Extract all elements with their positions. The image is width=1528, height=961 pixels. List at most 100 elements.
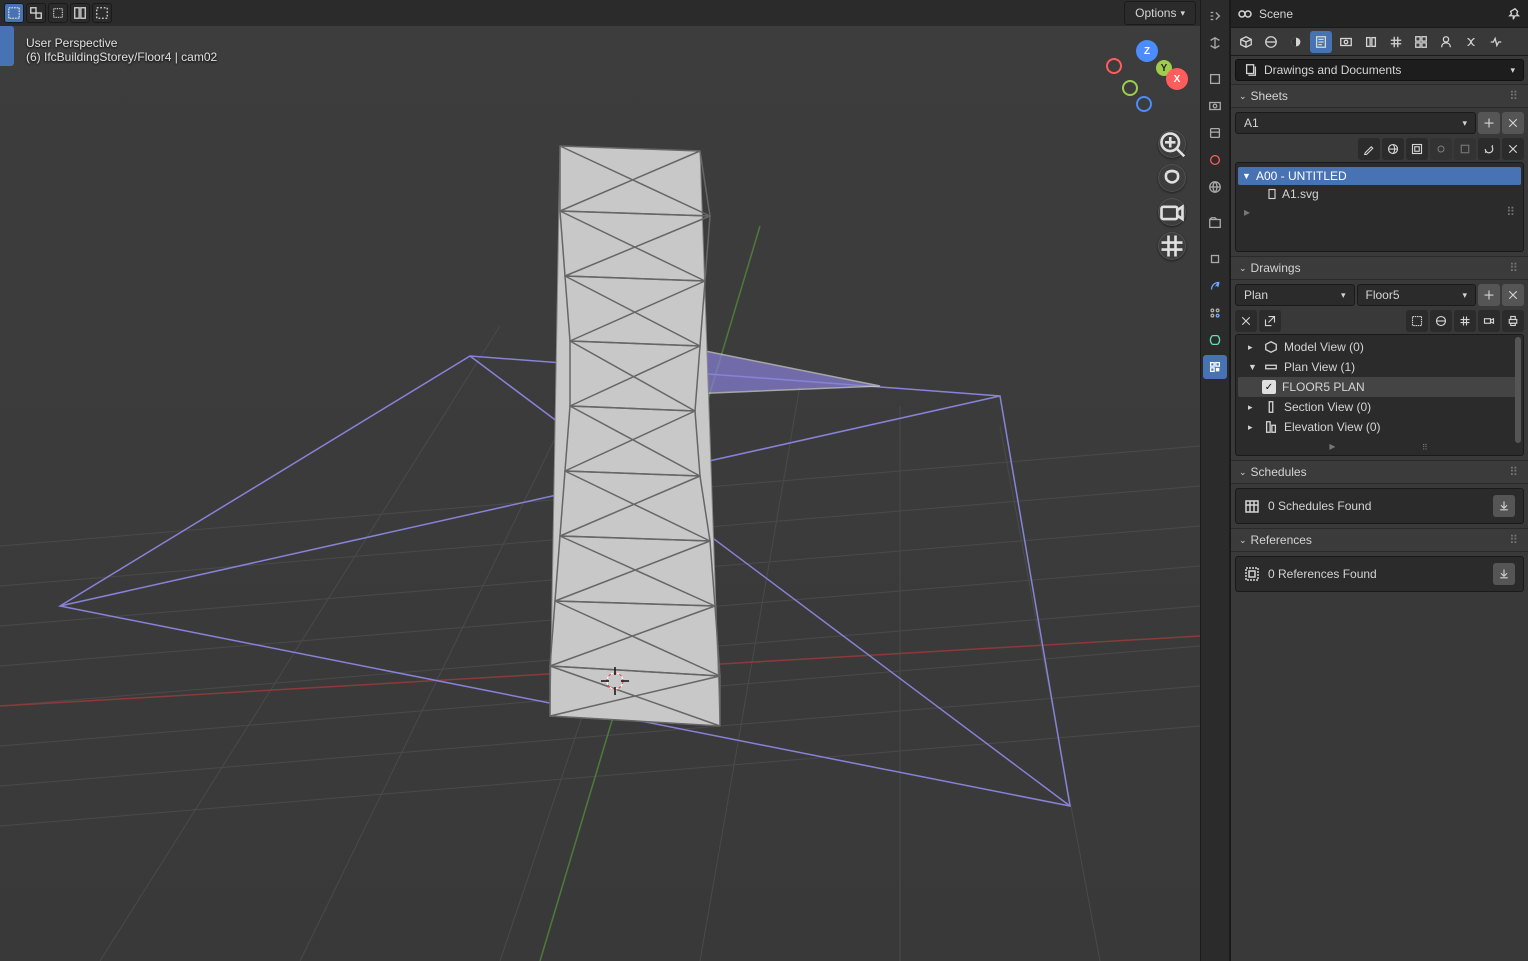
select-mode-4-icon[interactable] [70,3,90,23]
grid-tool-icon[interactable] [1158,232,1186,260]
select-mode-2-icon[interactable] [26,3,46,23]
tool-particles-icon[interactable] [1203,301,1227,325]
drawing-close-icon[interactable] [1235,310,1257,332]
sheets-tree[interactable]: ▼ A00 - UNTITLED A1.svg ▸⠿ [1235,162,1524,252]
tab-7-icon[interactable] [1385,31,1407,53]
tab-8-icon[interactable] [1410,31,1432,53]
axis-x-icon[interactable]: X [1166,68,1188,90]
sheet-tool-globe-icon[interactable] [1382,138,1404,160]
tool-physics-icon[interactable] [1203,328,1227,352]
section-menu-icon[interactable]: ⠿ [1509,89,1520,103]
tab-3-icon[interactable] [1285,31,1307,53]
drawing-tool-grid-icon[interactable] [1454,310,1476,332]
tab-6-icon[interactable] [1360,31,1382,53]
drawing-tool-1-icon[interactable] [1406,310,1428,332]
drawing-tool-cam-icon[interactable] [1478,310,1500,332]
section-menu-icon[interactable]: ⠿ [1509,465,1520,479]
tool-render-icon[interactable] [1203,67,1227,91]
drawing-tool-globe-icon[interactable] [1430,310,1452,332]
chevron-down-icon: ⌄ [1239,91,1247,102]
schedules-header[interactable]: ⌄ Schedules ⠿ [1231,460,1528,484]
references-header[interactable]: ⌄ References ⠿ [1231,528,1528,552]
sheet-tool-frame-icon[interactable] [1406,138,1428,160]
drawing-remove-button[interactable] [1502,284,1524,306]
drawing-item-floor5-plan[interactable]: ✓ FLOOR5 PLAN [1238,377,1521,397]
tab-11-icon[interactable] [1485,31,1507,53]
tab-1-icon[interactable] [1235,31,1257,53]
move-tool-icon[interactable] [1158,164,1186,192]
drawings-header[interactable]: ⌄ Drawings ⠿ [1231,256,1528,280]
drawing-target-selector[interactable]: Floor5 ▾ [1357,284,1477,306]
viewport-canvas[interactable] [0,26,1200,961]
tab-10-icon[interactable] [1460,31,1482,53]
sheet-selector[interactable]: A1 ▾ [1235,112,1476,134]
drawing-add-button[interactable] [1478,284,1500,306]
section-icon [1264,400,1278,414]
drawing-item-model-view[interactable]: ▸ Model View (0) [1238,337,1521,357]
drawing-item-section-view[interactable]: ▸ Section View (0) [1238,397,1521,417]
sheet-tool-reload-icon[interactable] [1478,138,1500,160]
tool-scene-icon[interactable] [1203,148,1227,172]
tool-properties-icon[interactable] [1203,4,1227,28]
chevron-down-icon: ⌄ [1239,535,1247,546]
sheet-root-label: A00 - UNTITLED [1256,169,1347,183]
select-mode-3-icon[interactable] [48,3,68,23]
schedules-import-button[interactable] [1493,495,1515,517]
tab-4-icon[interactable] [1310,31,1332,53]
tool-view-icon[interactable] [1203,121,1227,145]
checkbox-checked-icon[interactable]: ✓ [1262,380,1276,394]
viewport-left-handle[interactable] [0,26,14,66]
expand-icon[interactable]: ▸ [1248,422,1258,433]
axis-neg-z-icon[interactable] [1136,96,1152,112]
sheet-remove-button[interactable] [1502,112,1524,134]
collapse-icon[interactable]: ▼ [1248,362,1258,372]
sheet-add-button[interactable] [1478,112,1500,134]
zoom-tool-icon[interactable] [1158,130,1186,158]
drawing-item-plan-view[interactable]: ▼ Plan View (1) [1238,357,1521,377]
options-dropdown[interactable]: Options ▾ [1124,1,1196,25]
axis-neg-x-icon[interactable] [1106,58,1122,74]
tool-modifier-icon[interactable] [1203,274,1227,298]
references-import-button[interactable] [1493,563,1515,585]
schedule-icon [1244,498,1260,514]
tool-constraints-icon[interactable] [1203,355,1227,379]
tool-collection-icon[interactable] [1203,211,1227,235]
section-menu-icon[interactable]: ⠿ [1509,261,1520,275]
expand-icon[interactable]: ▸ [1248,402,1258,413]
drawing-item-elevation-view[interactable]: ▸ Elevation View (0) [1238,417,1521,437]
collapse-icon[interactable]: ▼ [1242,171,1252,181]
pin-icon[interactable] [1508,7,1522,21]
tab-9-icon[interactable] [1435,31,1457,53]
select-mode-box-icon[interactable] [4,3,24,23]
scrollbar[interactable] [1515,337,1521,443]
tab-2-icon[interactable] [1260,31,1282,53]
axis-z-icon[interactable]: Z [1136,40,1158,62]
axis-gizmo[interactable]: Z Y X [1106,40,1186,120]
tool-output-icon[interactable] [1203,94,1227,118]
drawings-header-label: Drawings [1251,261,1301,275]
select-mode-5-icon[interactable] [92,3,112,23]
drawing-out-icon[interactable] [1259,310,1281,332]
tool-tool-icon[interactable] [1203,31,1227,55]
sheet-tool-4-icon[interactable] [1430,138,1452,160]
drawing-tool-print-icon[interactable] [1502,310,1524,332]
tool-object-icon[interactable] [1203,247,1227,271]
sheet-tool-5-icon[interactable] [1454,138,1476,160]
axis-neg-y-icon[interactable] [1122,80,1138,96]
tab-5-icon[interactable] [1335,31,1357,53]
camera-tool-icon[interactable] [1158,198,1186,226]
sheet-tool-edit-icon[interactable] [1358,138,1380,160]
section-menu-icon[interactable]: ⠿ [1509,533,1520,547]
tool-world-icon[interactable] [1203,175,1227,199]
sheet-tool-close-icon[interactable] [1502,138,1524,160]
cube-icon [1264,340,1278,354]
drawing-type-selector[interactable]: Plan ▾ [1235,284,1355,306]
sheet-tree-child[interactable]: A1.svg [1238,185,1521,203]
category-selector[interactable]: Drawings and Documents ▾ [1235,59,1524,81]
drawings-tree[interactable]: ▸ Model View (0) ▼ Plan View (1) ✓ FLOOR… [1235,334,1524,456]
sheet-tree-root[interactable]: ▼ A00 - UNTITLED [1238,167,1521,185]
viewport-3d[interactable]: Options ▾ User Perspective (6) IfcBuildi… [0,0,1200,961]
expand-icon[interactable]: ▸ [1248,342,1258,353]
sheets-header[interactable]: ⌄ Sheets ⠿ [1231,84,1528,108]
viewport-side-tools [1158,130,1186,260]
